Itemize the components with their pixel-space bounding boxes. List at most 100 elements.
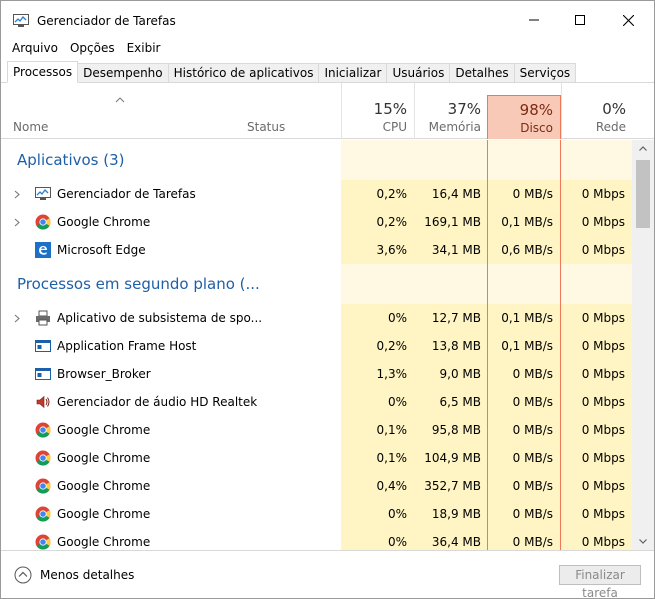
process-name: Google Chrome [57, 451, 151, 465]
memory-cell: 18,9 MB [414, 500, 488, 528]
disk-cell [488, 140, 560, 180]
process-name: Browser_Broker [57, 367, 151, 381]
minimize-button[interactable] [511, 1, 557, 39]
memory-cell: 6,5 MB [414, 388, 488, 416]
process-list: Aplicativos (3) Gerenciador de Tarefas 0,2… [1, 140, 632, 550]
tab-inicializar[interactable]: Inicializar [319, 63, 388, 83]
app-frame-icon [35, 338, 51, 354]
header-memory[interactable]: 37% Memória [414, 83, 488, 139]
memory-cell: 13,8 MB [414, 332, 488, 360]
network-cell: 0 Mbps [560, 360, 632, 388]
chevron-down-icon [639, 539, 647, 544]
window-title: Gerenciador de Tarefas [37, 14, 176, 28]
tab-detalhes[interactable]: Detalhes [450, 63, 515, 83]
tab-historico[interactable]: Histórico de aplicativos [168, 63, 320, 83]
collapse-details-icon[interactable] [14, 566, 32, 584]
maximize-button[interactable] [557, 1, 603, 39]
expand-chevron-icon[interactable] [14, 180, 24, 208]
scroll-up-button[interactable] [632, 140, 654, 157]
network-cell: 0 Mbps [560, 444, 632, 472]
process-row[interactable]: Aplicativo de subsistema de spo... 0% 12,7… [1, 304, 632, 332]
cpu-cell: 0% [341, 528, 414, 550]
memory-cell [414, 140, 488, 180]
chevron-up-icon [639, 146, 647, 151]
network-cell [560, 264, 632, 304]
vertical-scrollbar[interactable] [632, 140, 654, 550]
process-row[interactable]: Google Chrome 0% 18,9 MB 0 MB/s 0 Mbps [1, 500, 632, 528]
tab-desempenho[interactable]: Desempenho [78, 63, 169, 83]
network-label: Rede [595, 120, 626, 134]
network-cell: 0 Mbps [560, 500, 632, 528]
header-disk[interactable]: 98% Disco [487, 95, 561, 139]
expand-chevron-icon[interactable] [14, 304, 24, 332]
network-cell: 0 Mbps [560, 332, 632, 360]
chrome-icon [35, 534, 51, 550]
tab-processos[interactable]: Processos [7, 61, 79, 83]
menu-arquivo[interactable]: Arquivo [1, 39, 64, 57]
memory-cell: 36,4 MB [414, 528, 488, 550]
cpu-cell: 3,6% [341, 236, 414, 264]
title-bar[interactable]: Gerenciador de Tarefas [1, 1, 654, 39]
menu-opcoes[interactable]: Opções [64, 39, 121, 57]
tab-strip: Processos Desempenho Histórico de aplica… [7, 61, 577, 83]
column-header: Nome Status 15% CPU 37% Memória 98% Disc… [1, 83, 654, 139]
process-row[interactable]: Google Chrome 0,1% 95,8 MB 0 MB/s 0 Mbps [1, 416, 632, 444]
cpu-cell: 0% [341, 500, 414, 528]
tab-usuarios[interactable]: Usuários [387, 63, 451, 83]
process-row[interactable]: Google Chrome 0% 36,4 MB 0 MB/s 0 Mbps [1, 528, 632, 550]
process-row[interactable]: Application Frame Host 0,2% 13,8 MB 0,1 MB/… [1, 332, 632, 360]
task-manager-window: Gerenciador de Tarefas Arquivo Opções Ex… [0, 0, 655, 599]
process-name: Google Chrome [57, 535, 151, 549]
disk-label: Disco [520, 121, 553, 135]
memory-cell: 34,1 MB [414, 236, 488, 264]
process-row[interactable]: Google Chrome 0,4% 352,7 MB 0 MB/s 0 Mbps [1, 472, 632, 500]
process-row[interactable]: Microsoft Edge 3,6% 34,1 MB 0,6 MB/s 0 Mbps [1, 236, 632, 264]
chrome-icon [35, 506, 51, 522]
process-row[interactable]: Google Chrome 0,2% 169,1 MB 0,1 MB/s 0 Mbps [1, 208, 632, 236]
menu-exibir[interactable]: Exibir [121, 39, 167, 57]
chrome-icon [35, 214, 51, 230]
speaker-icon [35, 394, 51, 410]
process-row[interactable]: Gerenciador de áudio HD Realtek 0% 6,5 MB 0… [1, 388, 632, 416]
end-task-button[interactable]: Finalizar tarefa [559, 565, 641, 599]
header-status[interactable]: Status [247, 120, 285, 134]
group-title: Processos em segundo plano (... [17, 275, 260, 293]
cpu-cell: 0,1% [341, 416, 414, 444]
task-manager-icon [35, 186, 51, 202]
group-title: Aplicativos (3) [17, 151, 125, 169]
edge-icon [35, 242, 51, 258]
process-row[interactable]: Gerenciador de Tarefas 0,2% 16,4 MB 0 MB/s 0… [1, 180, 632, 208]
process-row[interactable]: Google Chrome 0,1% 104,9 MB 0 MB/s 0 Mbps [1, 444, 632, 472]
scroll-thumb[interactable] [636, 160, 650, 228]
network-cell: 0 Mbps [560, 472, 632, 500]
maximize-icon [575, 15, 585, 25]
memory-cell: 352,7 MB [414, 472, 488, 500]
network-cell: 0 Mbps [560, 416, 632, 444]
close-button[interactable] [605, 1, 651, 39]
process-name: Gerenciador de áudio HD Realtek [57, 395, 258, 409]
header-network[interactable]: 0% Rede [561, 83, 633, 139]
header-name[interactable]: Nome [13, 120, 48, 134]
process-name: Gerenciador de Tarefas [57, 187, 196, 201]
menu-bar: Arquivo Opções Exibir [1, 39, 166, 57]
process-name: Aplicativo de subsistema de spo... [57, 311, 263, 325]
tab-servicos[interactable]: Serviços [514, 63, 577, 83]
chrome-icon [35, 478, 51, 494]
less-details-link[interactable]: Menos detalhes [40, 568, 134, 582]
cpu-cell: 0,4% [341, 472, 414, 500]
disk-cell: 0,1 MB/s [488, 304, 560, 332]
header-cpu[interactable]: 15% CPU [341, 83, 414, 139]
scroll-down-button[interactable] [632, 533, 654, 550]
group-header-background[interactable]: Processos em segundo plano (... [1, 264, 632, 304]
cpu-cell: 0,1% [341, 444, 414, 472]
cpu-cell [341, 264, 414, 304]
group-header-apps[interactable]: Aplicativos (3) [1, 140, 632, 180]
memory-cell: 12,7 MB [414, 304, 488, 332]
cpu-percent: 15% [373, 100, 407, 118]
process-name: Google Chrome [57, 507, 151, 521]
disk-cell: 0 MB/s [488, 180, 560, 208]
process-row[interactable]: Browser_Broker 1,3% 9,0 MB 0 MB/s 0 Mbps [1, 360, 632, 388]
memory-cell: 169,1 MB [414, 208, 488, 236]
expand-chevron-icon[interactable] [14, 208, 24, 236]
disk-cell: 0 MB/s [488, 444, 560, 472]
